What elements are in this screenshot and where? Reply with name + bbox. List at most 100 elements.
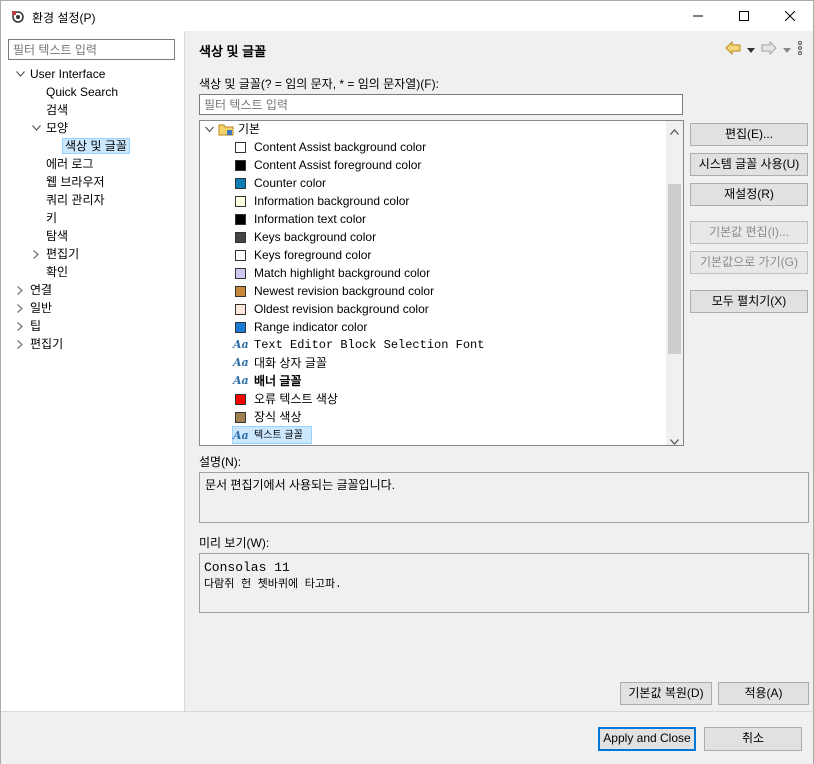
apply-and-close-button[interactable]: Apply and Close xyxy=(598,727,696,751)
tree-item[interactable]: 웹 브라우저 xyxy=(31,173,105,191)
color-swatch-icon xyxy=(235,142,246,153)
preview-sample-text: 다람쥐 헌 쳇바퀴에 타고파. xyxy=(204,579,342,591)
close-button[interactable] xyxy=(767,1,813,31)
reset-button[interactable]: 재설정(R) xyxy=(690,183,808,206)
item-label: Text Editor Block Selection Font xyxy=(254,338,485,352)
item-label: Oldest revision background color xyxy=(254,302,429,316)
preference-page: 색상 및 글꼴 색상 및 글꼴(? = 임의 문자, * = 임의 문자열)(F… xyxy=(186,31,813,711)
tree-item-label: 탐색 xyxy=(46,229,69,243)
colors-fonts-tree[interactable]: 기본 Content Assist background color Content… xyxy=(199,120,684,446)
item-label: 대화 상자 글꼴 xyxy=(254,356,327,370)
tree-item[interactable]: 에러 로그 xyxy=(31,155,94,173)
goto-default-button[interactable]: 기본값으로 가기(G) xyxy=(690,251,808,274)
item-label: Content Assist background color xyxy=(254,140,427,154)
tree-item-label: 웹 브라우저 xyxy=(46,175,105,189)
tree-item[interactable]: 확인 xyxy=(31,263,68,281)
scroll-down-icon[interactable] xyxy=(670,434,679,445)
preview-label: 미리 보기(W): xyxy=(199,536,270,550)
tree-item[interactable]: 편집기 xyxy=(31,245,79,263)
colors-fonts-label: 색상 및 글꼴(? = 임의 문자, * = 임의 문자열)(F): xyxy=(199,77,439,91)
maximize-button[interactable] xyxy=(721,1,767,31)
chevron-right-icon[interactable] xyxy=(15,335,25,353)
chevron-down-icon[interactable] xyxy=(31,119,41,137)
font-icon: Aa xyxy=(233,338,249,351)
tree-filter-input[interactable] xyxy=(8,39,175,60)
font-icon: Aa xyxy=(233,429,249,442)
tree-item[interactable]: 편집기 xyxy=(15,335,63,353)
apply-button[interactable]: 적용(A) xyxy=(718,682,809,705)
preview-font-name: Consolas 11 xyxy=(204,560,290,575)
vertical-scrollbar[interactable] xyxy=(666,121,683,445)
font-item[interactable]: Aa 텍스트 글꼴 xyxy=(232,426,312,444)
restore-defaults-button[interactable]: 기본값 복원(D) xyxy=(620,682,712,705)
chevron-right-icon[interactable] xyxy=(15,317,25,335)
tree-item[interactable]: 팁 xyxy=(15,317,41,335)
back-dropdown-icon[interactable] xyxy=(747,43,755,57)
tree-item[interactable]: 모양 xyxy=(31,119,68,137)
item-label: 오류 텍스트 색상 xyxy=(254,392,338,406)
tree-item[interactable]: 연결 xyxy=(15,281,52,299)
tree-item[interactable]: 색상 및 글꼴 xyxy=(47,137,130,155)
cancel-button[interactable]: 취소 xyxy=(704,727,802,751)
minimize-button[interactable] xyxy=(675,1,721,31)
tree-item-label: 색상 및 글꼴 xyxy=(62,138,130,154)
nav-toolbar xyxy=(725,40,803,58)
forward-dropdown-icon[interactable] xyxy=(783,43,791,57)
font-icon: Aa xyxy=(233,374,249,387)
tree-item-label: 검색 xyxy=(46,103,69,117)
edit-button[interactable]: 편집(E)... xyxy=(690,123,808,146)
tree-item[interactable]: User Interface xyxy=(15,65,105,83)
color-swatch-icon xyxy=(235,394,246,405)
tree-item-label: 일반 xyxy=(30,301,53,315)
item-label: Content Assist foreground color xyxy=(254,158,422,172)
color-swatch-icon xyxy=(235,304,246,315)
preference-tree-pane: User Interface Quick Search 검색모양색상 및 글꼴에러 … xyxy=(1,31,185,711)
tree-item[interactable]: 일반 xyxy=(15,299,52,317)
chevron-right-icon[interactable] xyxy=(15,281,25,299)
item-label: Newest revision background color xyxy=(254,284,435,298)
tree-item[interactable]: 키 xyxy=(31,209,57,227)
item-label: 장식 색상 xyxy=(254,410,302,424)
color-swatch-icon xyxy=(235,232,246,243)
item-label: Keys background color xyxy=(254,230,377,244)
tree-item[interactable]: 검색 xyxy=(31,101,68,119)
edit-default-button[interactable]: 기본값 편집(I)... xyxy=(690,221,808,244)
tree-item[interactable]: 쿼리 관리자 xyxy=(31,191,105,209)
description-box: 문서 편집기에서 사용되는 글꼴입니다. xyxy=(199,472,809,523)
item-label: Information background color xyxy=(254,194,410,208)
item-label: Match highlight background color xyxy=(254,266,431,280)
tree-item-label: 확인 xyxy=(46,265,69,279)
tree-item-label: 키 xyxy=(46,211,58,225)
scroll-up-icon[interactable] xyxy=(670,124,679,138)
chevron-down-icon[interactable] xyxy=(205,121,214,143)
color-swatch-icon xyxy=(235,160,246,171)
title-bar: 환경 설정(P) xyxy=(1,1,813,31)
tree-item-label: 모양 xyxy=(46,121,69,135)
tree-item-label: Quick Search xyxy=(46,85,119,99)
back-arrow-icon[interactable] xyxy=(725,40,741,58)
item-label: Information text color xyxy=(254,212,367,226)
item-label: Counter color xyxy=(254,176,327,190)
tree-item-label: 팁 xyxy=(30,319,42,333)
colors-filter-input[interactable] xyxy=(199,94,683,115)
color-swatch-icon xyxy=(235,178,246,189)
use-system-font-button[interactable]: 시스템 글꼴 사용(U) xyxy=(690,153,808,176)
chevron-right-icon[interactable] xyxy=(31,245,41,263)
tree-item-label: 에러 로그 xyxy=(46,157,94,171)
preview-box: Consolas 11 다람쥐 헌 쳇바퀴에 타고파. xyxy=(199,553,809,613)
color-swatch-icon xyxy=(235,250,246,261)
scroll-thumb[interactable] xyxy=(668,184,681,354)
view-menu-icon[interactable] xyxy=(797,41,803,58)
tree-item[interactable]: Quick Search xyxy=(31,83,118,101)
tree-item[interactable]: 탐색 xyxy=(31,227,68,245)
color-swatch-icon xyxy=(235,268,246,279)
item-label: 배너 글꼴 xyxy=(254,374,302,388)
forward-arrow-icon[interactable] xyxy=(761,40,777,58)
expand-all-button[interactable]: 모두 펼치기(X) xyxy=(690,290,808,313)
chevron-down-icon[interactable] xyxy=(15,65,25,83)
dialog-button-bar: Apply and Close 취소 xyxy=(1,711,813,764)
color-swatch-icon xyxy=(235,214,246,225)
color-swatch-icon xyxy=(235,286,246,297)
description-text: 문서 편집기에서 사용되는 글꼴입니다. xyxy=(205,478,395,492)
chevron-right-icon[interactable] xyxy=(15,299,25,317)
